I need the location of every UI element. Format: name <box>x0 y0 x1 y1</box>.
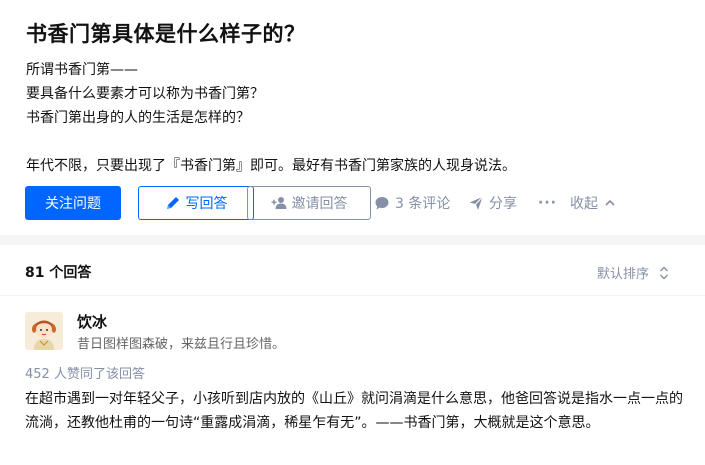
write-answer-button[interactable]: 写回答 <box>138 186 254 220</box>
write-answer-label: 写回答 <box>185 196 228 212</box>
invite-answer-label: 邀请回答 <box>291 196 348 212</box>
more-button[interactable]: ··· <box>538 186 557 220</box>
question-description: 所谓书香门第—— 要具备什么要素才可以称为书香门第？ 书香门第出身的人的生活是怎… <box>26 58 516 178</box>
collapse-button[interactable]: 收起 <box>570 186 616 220</box>
author-bio: 昔日图样图森破，来兹且行且珍惜。 <box>77 337 286 352</box>
author-name[interactable]: 饮冰 <box>77 311 107 332</box>
comment-icon <box>374 195 390 211</box>
answers-card: 81 个回答 默认排序 饮冰 昔日图样图森破，来兹且行且珍惜。 452 人赞同了… <box>0 245 705 465</box>
share-label: 分享 <box>489 196 517 212</box>
question-actions: 关注问题 写回答 邀请回答 3 条评论 分享 ··· 收起 <box>25 186 685 220</box>
description-line: 要具备什么要素才可以称为书香门第？ <box>26 86 264 102</box>
chevron-up-icon <box>604 197 616 209</box>
answer-count: 81 个回答 <box>25 265 92 281</box>
pen-icon <box>165 195 181 211</box>
question-card: 书香门第具体是什么样子的？ 所谓书香门第—— 要具备什么要素才可以称为书香门第？… <box>0 0 705 235</box>
share-icon <box>468 195 484 211</box>
question-title[interactable]: 书香门第具体是什么样子的？ <box>26 18 306 48</box>
description-line <box>26 130 516 154</box>
sort-dropdown[interactable]: 默认排序 <box>597 263 669 282</box>
sort-icon <box>659 266 669 280</box>
description-line: 年代不限，只要出现了『书香门第』即可。最好有书香门第家族的人现身说法。 <box>26 158 516 174</box>
answer-content: 在超市遇到一对年轻父子，小孩听到店内放的《山丘》就问涓滴是什么意思，他爸回答说是… <box>25 387 685 435</box>
avatar[interactable] <box>25 312 63 350</box>
description-line: 书香门第出身的人的生活是怎样的？ <box>26 110 250 126</box>
sort-label: 默认排序 <box>596 267 649 282</box>
more-label: ··· <box>538 195 557 211</box>
answer-paragraph: 在超市遇到一对年轻父子，小孩听到店内放的《山丘》就问涓滴是什么意思，他爸回答说是… <box>25 391 683 431</box>
follow-question-button[interactable]: 关注问题 <box>25 186 121 220</box>
answers-header: 81 个回答 默认排序 <box>0 245 705 296</box>
share-button[interactable]: 分享 <box>468 186 517 220</box>
invite-user-icon <box>271 195 287 211</box>
comments-label: 3 条评论 <box>395 196 451 212</box>
vote-count: 452 人赞同了该回答 <box>25 367 145 382</box>
comments-button[interactable]: 3 条评论 <box>374 186 450 220</box>
collapse-label: 收起 <box>570 196 598 212</box>
follow-question-label: 关注问题 <box>45 196 101 212</box>
description-line: 所谓书香门第—— <box>26 62 138 78</box>
invite-answer-button[interactable]: 邀请回答 <box>247 186 371 220</box>
